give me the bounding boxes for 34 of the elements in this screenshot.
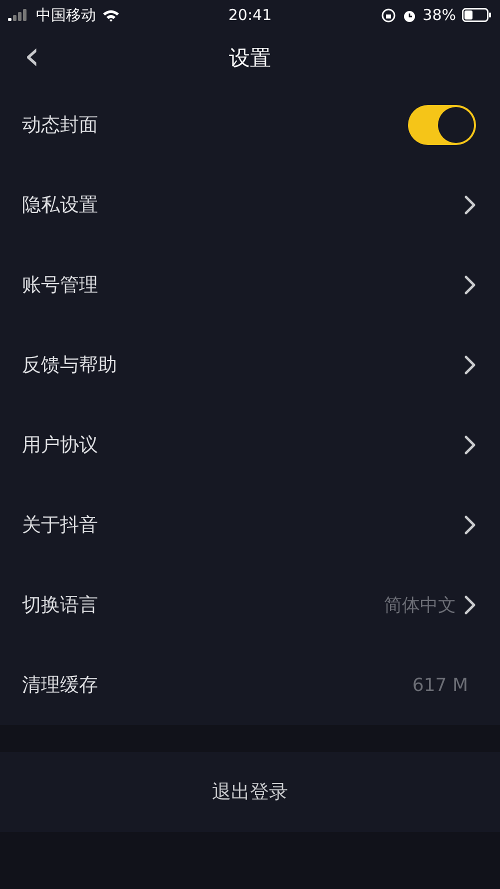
settings-row[interactable]: 账号管理 — [0, 245, 500, 325]
chevron-right-icon — [464, 355, 476, 375]
row-label: 隐私设置 — [22, 193, 99, 218]
settings-row[interactable]: 反馈与帮助 — [0, 325, 500, 405]
wifi-icon — [102, 8, 120, 22]
row-label: 账号管理 — [22, 273, 99, 298]
settings-row[interactable]: 清理缓存 617 M — [0, 645, 500, 725]
row-label: 用户协议 — [22, 433, 99, 458]
row-label: 清理缓存 — [22, 673, 99, 698]
row-label: 动态封面 — [22, 113, 99, 138]
chevron-right-icon — [464, 435, 476, 455]
row-value: 简体中文 — [384, 594, 456, 617]
back-button[interactable]: ‹ — [18, 38, 46, 74]
chevron-right-icon — [464, 195, 476, 215]
settings-row[interactable]: 切换语言 简体中文 — [0, 565, 500, 645]
row-label: 关于抖音 — [22, 513, 99, 538]
chevron-right-icon — [464, 275, 476, 295]
chevron-right-icon — [464, 515, 476, 535]
settings-row[interactable]: 动态封面 — [0, 85, 500, 165]
settings-row[interactable]: 隐私设置 — [0, 165, 500, 245]
rotation-lock-icon — [380, 8, 396, 22]
carrier-name: 中国移动 — [36, 6, 96, 24]
row-value: 617 M — [412, 674, 468, 696]
page-title: 设置 — [229, 44, 271, 72]
clock-time: 20:41 — [228, 6, 272, 24]
toggle-switch[interactable] — [408, 105, 476, 145]
battery-percent: 38% — [422, 6, 456, 24]
settings-row[interactable]: 用户协议 — [0, 405, 500, 485]
logout-button[interactable]: 退出登录 — [0, 752, 500, 832]
chevron-right-icon — [464, 595, 476, 615]
settings-row[interactable]: 关于抖音 — [0, 485, 500, 565]
row-label: 切换语言 — [22, 593, 99, 618]
battery-icon — [462, 8, 492, 22]
row-label: 反馈与帮助 — [22, 353, 118, 378]
